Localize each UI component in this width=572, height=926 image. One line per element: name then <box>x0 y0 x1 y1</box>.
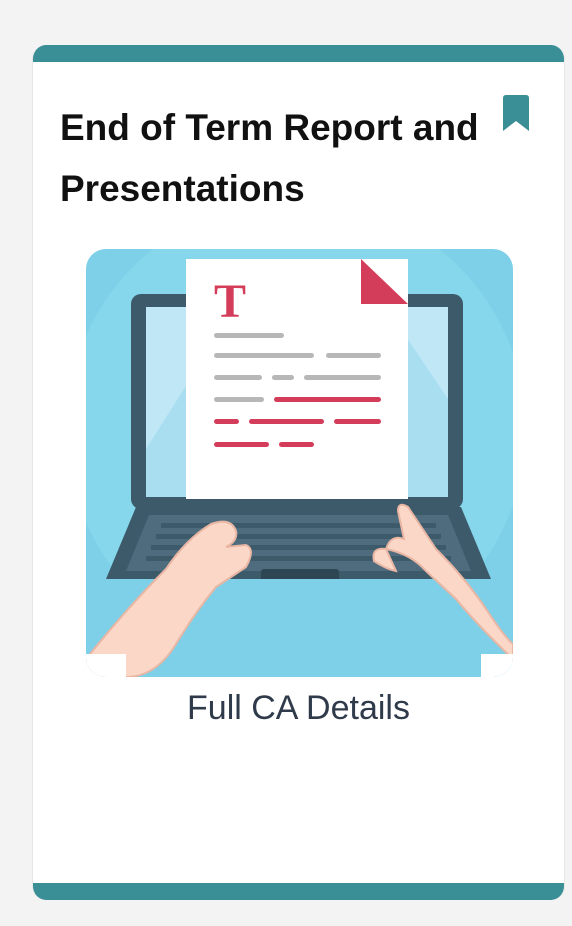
card-bottom-bar <box>33 883 564 900</box>
full-ca-details-link[interactable]: Full CA Details <box>33 689 564 728</box>
card-title: End of Term Report and Presentations <box>60 107 479 209</box>
bookmark-icon[interactable] <box>503 95 529 131</box>
activity-card: End of Term Report and Presentations T F… <box>32 45 565 900</box>
card-top-bar <box>33 45 564 62</box>
laptop-document-illustration: T <box>86 249 513 677</box>
svg-text:T: T <box>214 275 246 328</box>
